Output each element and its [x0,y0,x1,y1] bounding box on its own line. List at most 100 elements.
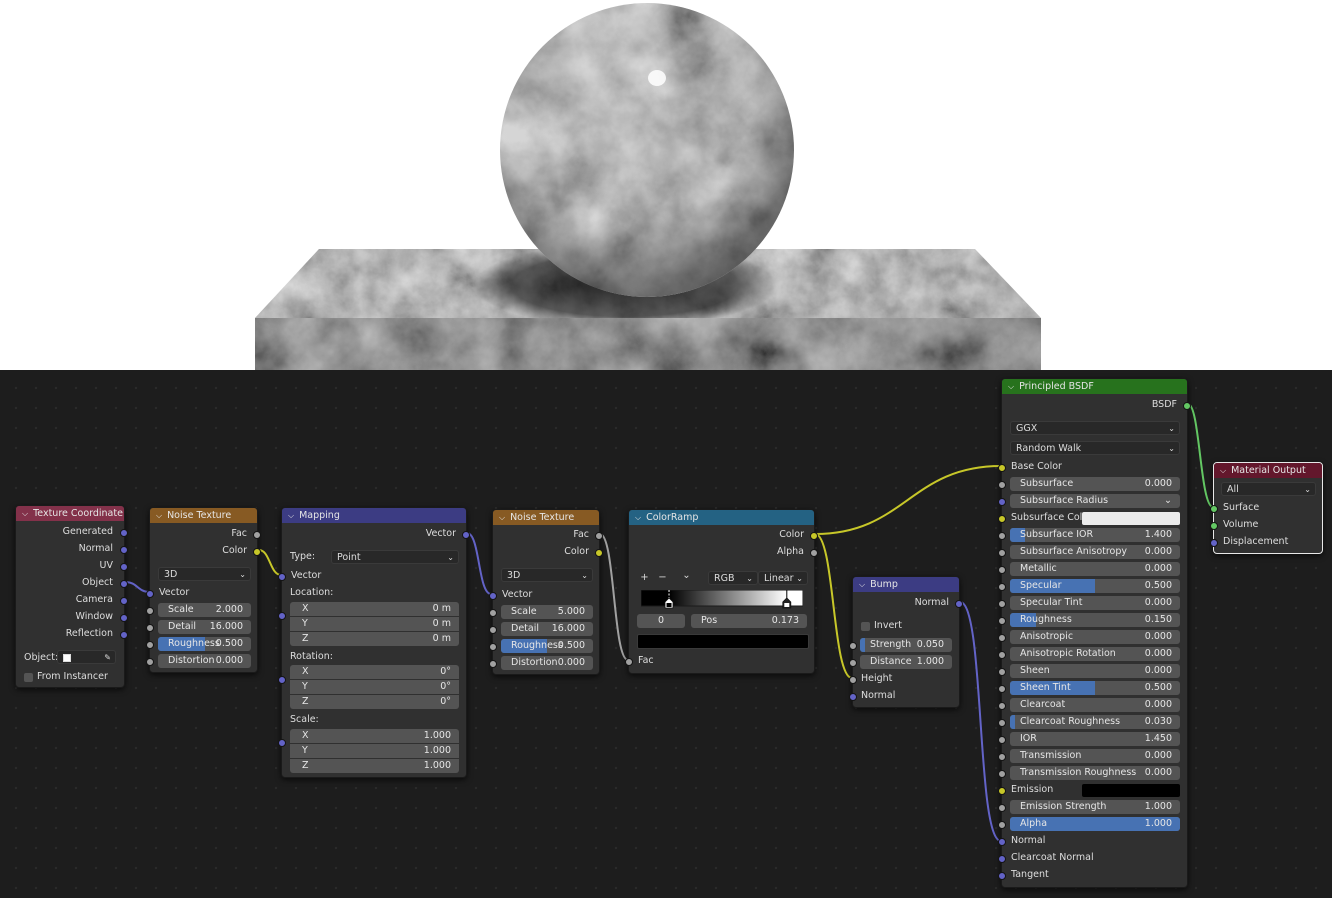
socket-surface[interactable] [1210,505,1218,513]
node-header[interactable]: ⌵ Mapping [282,508,466,523]
socket-emission-strength[interactable] [998,804,1006,812]
subsurface-color-swatch[interactable] [1082,512,1180,525]
object-field[interactable]: ✎ [57,650,116,664]
socket-sheen[interactable] [998,668,1006,676]
node-mapping[interactable]: ⌵ Mapping Vector Type: Point ⌄ Vector Loca… [278,507,470,778]
transmission-roughness-field[interactable]: Transmission Roughness 0.000 [1010,766,1180,780]
socket-detail[interactable] [146,624,154,632]
socket-reflection[interactable] [120,631,128,639]
scale-field[interactable]: Scale 2.000 [158,603,251,617]
node-noise-texture-1[interactable]: ⌵ Noise Texture Fac Color 3D ⌄ Vector Scal… [146,507,261,673]
socket-displacement[interactable] [1210,539,1218,547]
socket-metallic[interactable] [998,566,1006,574]
socket-roughness[interactable] [998,617,1006,625]
socket-distortion[interactable] [146,658,154,666]
socket-volume[interactable] [1210,522,1218,530]
socket-object[interactable] [120,580,128,588]
socket-transmission-roughness[interactable] [998,770,1006,778]
socket-tangent[interactable] [998,872,1006,880]
socket-scale[interactable] [146,607,154,615]
socket-color[interactable] [810,532,818,540]
rotation-x-field[interactable]: X 0° [290,665,459,679]
socket-scale[interactable] [489,609,497,617]
stop-index-field[interactable]: 0 [637,614,685,628]
anisotropic-field[interactable]: Anisotropic 0.000 [1010,630,1180,644]
ramp-menu-button[interactable]: ⌄ [680,569,693,583]
socket-clearcoat-roughness[interactable] [998,719,1006,727]
socket-emission[interactable] [998,787,1006,795]
node-header[interactable]: ⌵ Noise Texture [493,510,599,525]
socket-transmission[interactable] [998,753,1006,761]
scale-field[interactable]: Scale 5.000 [501,605,593,619]
stop-position-field[interactable]: Pos 0.173 [691,614,807,628]
detail-field[interactable]: Detail 16.000 [158,620,251,634]
socket-sheen-tint[interactable] [998,685,1006,693]
node-header[interactable]: ⌵ Principled BSDF [1002,379,1187,394]
socket-subsurface-ior[interactable] [998,532,1006,540]
node-colorramp[interactable]: ⌵ ColorRamp Color Alpha + − ⌄ RGB ⌄ Linear… [625,509,818,674]
roughness-slider[interactable]: Roughness 0.500 [501,639,593,653]
color-ramp-bar[interactable] [641,590,803,610]
socket-fac[interactable] [253,531,261,539]
socket-normal-in[interactable] [849,693,857,701]
target-dropdown[interactable]: All ⌄ [1221,482,1316,496]
stop-color-swatch[interactable] [637,634,809,649]
subsurface-radius-field[interactable]: Subsurface Radius ⌄ [1010,494,1180,508]
metallic-field[interactable]: Metallic 0.000 [1010,562,1180,576]
collapse-chevron-icon[interactable]: ⌵ [22,506,28,521]
distance-field[interactable]: Distance 1.000 [860,655,952,669]
socket-detail[interactable] [489,626,497,634]
node-bump[interactable]: ⌵ Bump Normal Invert Strength 0.050 Distan… [849,576,963,708]
eyedropper-icon[interactable]: ✎ [104,651,111,664]
socket-distortion[interactable] [489,660,497,668]
collapse-chevron-icon[interactable]: ⌵ [156,508,162,523]
transmission-field[interactable]: Transmission 0.000 [1010,749,1180,763]
socket-vector-out[interactable] [462,531,470,539]
collapse-chevron-icon[interactable]: ⌵ [499,510,505,525]
strength-slider[interactable]: Strength 0.050 [860,638,952,652]
collapse-chevron-icon[interactable]: ⌵ [1220,463,1226,478]
node-header[interactable]: ⌵ Bump [853,577,959,592]
socket-ior[interactable] [998,736,1006,744]
interpolation-dropdown[interactable]: Linear ⌄ [758,571,808,585]
node-header[interactable]: ⌵ ColorRamp [629,510,814,525]
collapse-chevron-icon[interactable]: ⌵ [1008,379,1014,394]
from-instancer-checkbox[interactable] [24,673,33,682]
clearcoat-roughness-slider[interactable]: Clearcoat Roughness 0.030 [1010,715,1180,729]
sheen-field[interactable]: Sheen 0.000 [1010,664,1180,678]
subsurface-ior-slider[interactable]: Subsurface IOR 1.400 [1010,528,1180,542]
dimensions-dropdown[interactable]: 3D ⌄ [501,568,593,582]
alpha-slider[interactable]: Alpha 1.000 [1010,817,1180,831]
socket-vector-in[interactable] [146,590,154,598]
socket-color[interactable] [253,548,261,556]
socket-subsurface-color[interactable] [998,515,1006,523]
location-z-field[interactable]: Z0 m [290,632,459,646]
socket-roughness[interactable] [489,643,497,651]
node-noise-texture-2[interactable]: ⌵ Noise Texture Fac Color 3D ⌄ Vector Scal… [489,509,603,675]
socket-alpha[interactable] [998,821,1006,829]
socket-distance[interactable] [849,659,857,667]
roughness-slider[interactable]: Roughness 0.500 [158,637,251,651]
location-x-field[interactable]: X0 m [290,602,459,616]
socket-uv[interactable] [120,563,128,571]
rotation-y-field[interactable]: Y 0° [290,680,459,694]
emission-color-swatch[interactable] [1082,784,1180,797]
anisotropic-rotation-field[interactable]: Anisotropic Rotation 0.000 [1010,647,1180,661]
scale-z-field[interactable]: Z 1.000 [290,759,459,773]
type-dropdown[interactable]: Point ⌄ [331,550,459,564]
detail-field[interactable]: Detail 16.000 [501,622,593,636]
socket-alpha[interactable] [810,549,818,557]
invert-checkbox[interactable] [861,622,870,631]
emission-strength-field[interactable]: Emission Strength 1.000 [1010,800,1180,814]
socket-fac-in[interactable] [625,658,633,666]
dimensions-dropdown[interactable]: 3D ⌄ [158,567,251,581]
rotation-z-field[interactable]: Z 0° [290,695,459,709]
collapse-chevron-icon[interactable]: ⌵ [288,508,294,523]
node-header[interactable]: ⌵ Noise Texture [150,508,257,523]
node-principled-bsdf[interactable]: ⌵ Principled BSDF BSDF GGX ⌄ Random Walk ⌄ … [998,378,1191,888]
socket-bsdf[interactable] [1183,402,1191,410]
socket-color[interactable] [595,549,603,557]
socket-base-color[interactable] [998,464,1006,472]
node-material-output[interactable]: ⌵ Material Output All ⌄ Surface Volume Dis… [1210,462,1323,554]
distribution-dropdown[interactable]: GGX ⌄ [1010,421,1180,435]
